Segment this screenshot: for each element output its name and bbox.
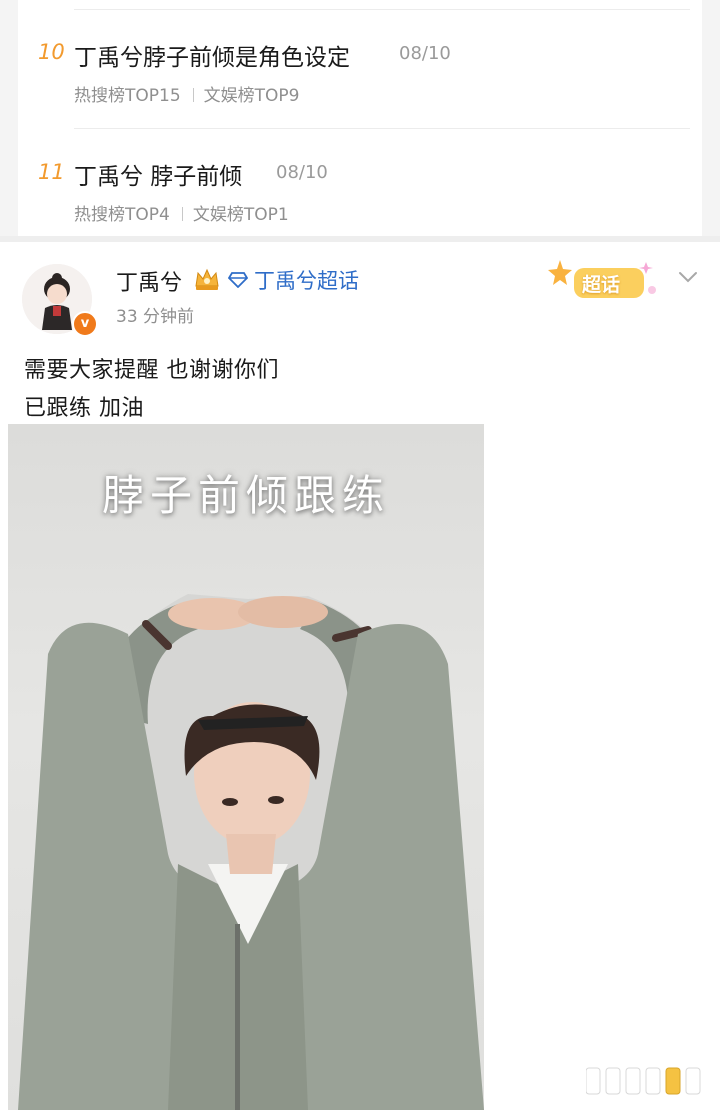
diamond-icon	[228, 272, 248, 288]
meta-separator	[181, 207, 183, 221]
super-topic-label: 丁禹兮超话	[254, 269, 359, 293]
meta-separator	[192, 88, 194, 102]
person-photo	[18, 594, 484, 1110]
trend-meta: 热搜榜TOP15 文娱榜TOP9	[74, 81, 300, 106]
rank-number: 10	[38, 40, 65, 64]
hot-search-rank: 热搜榜TOP15	[74, 86, 181, 106]
watermark-bars-icon	[586, 1067, 701, 1095]
trend-title[interactable]: 丁禹兮脖子前倾是角色设定	[74, 38, 350, 72]
username[interactable]: 丁禹兮	[116, 265, 182, 297]
post-time: 33 分钟前	[116, 307, 195, 327]
post-text-line: 需要大家提醒 也谢谢你们	[24, 358, 279, 383]
trend-title[interactable]: 丁禹兮 脖子前倾	[74, 157, 242, 191]
trend-meta: 热搜榜TOP4 文娱榜TOP1	[74, 200, 289, 225]
super-topic-link[interactable]: 丁禹兮超话	[228, 266, 359, 294]
post-image[interactable]	[8, 424, 484, 1110]
trending-card: 10 丁禹兮脖子前倾是角色设定 08/10 热搜榜TOP15 文娱榜TOP9 11…	[18, 0, 702, 236]
trend-date: 08/10	[276, 162, 328, 183]
chevron-down-icon[interactable]	[676, 266, 700, 288]
trend-date: 08/10	[399, 43, 451, 64]
image-caption: 脖子前倾跟练	[101, 471, 390, 520]
divider	[74, 9, 690, 10]
crown-icon	[195, 268, 219, 290]
trending-section: 10 丁禹兮脖子前倾是角色设定 08/10 热搜榜TOP15 文娱榜TOP9 11…	[0, 0, 720, 236]
super-topic-badge[interactable]: 超话	[548, 256, 660, 306]
ent-rank: 文娱榜TOP9	[203, 86, 300, 106]
post-text-line: 已跟练 加油	[24, 396, 144, 421]
section-gap	[0, 236, 720, 242]
super-badge-label: 超话	[582, 274, 621, 296]
hot-search-rank: 热搜榜TOP4	[74, 205, 170, 225]
divider	[74, 128, 690, 129]
ent-rank: 文娱榜TOP1	[192, 205, 289, 225]
rank-number: 11	[38, 160, 65, 184]
verified-badge: v	[72, 311, 98, 337]
